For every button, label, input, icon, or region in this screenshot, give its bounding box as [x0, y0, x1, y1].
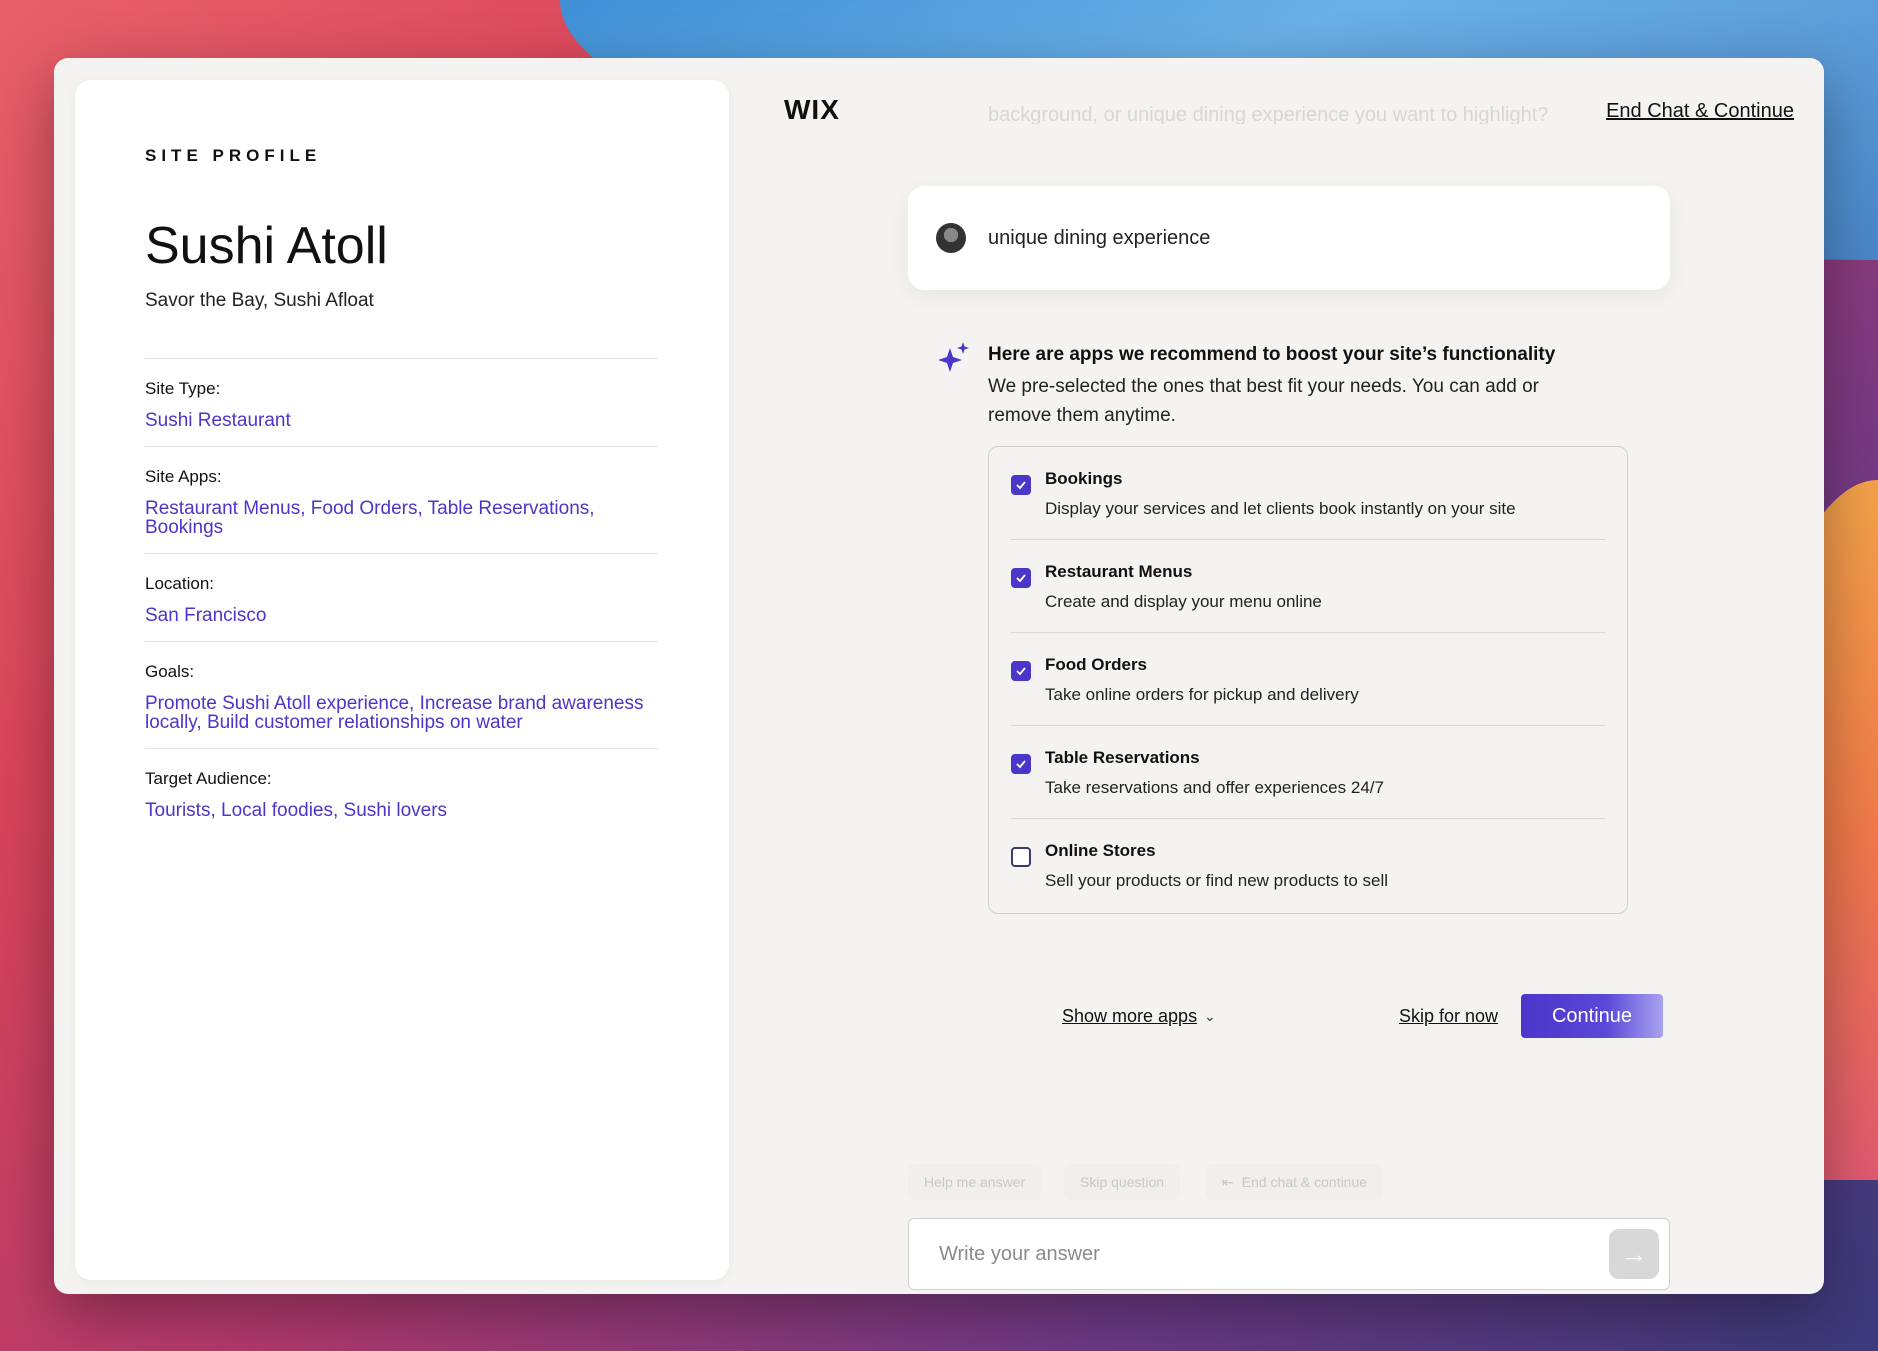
profile-heading: SITE PROFILE: [145, 146, 322, 165]
answer-input[interactable]: [939, 1242, 1579, 1266]
chip-label: End chat & continue: [1241, 1174, 1368, 1190]
app-row-table-reservations[interactable]: Table Reservations Take reservations and…: [1011, 726, 1605, 819]
app-description: Display your services and let clients bo…: [1045, 499, 1516, 518]
avatar: [936, 223, 966, 253]
field-value[interactable]: San Francisco: [145, 606, 659, 625]
check-icon: [1016, 574, 1026, 583]
app-window: SITE PROFILE Sushi Atoll Savor the Bay, …: [54, 58, 1824, 1294]
app-checkbox[interactable]: [1011, 568, 1031, 588]
user-message-bubble: unique dining experience: [908, 186, 1670, 290]
show-more-apps-link[interactable]: Show more apps: [1062, 1006, 1197, 1027]
app-description: Take online orders for pickup and delive…: [1045, 685, 1359, 704]
app-checkbox[interactable]: [1011, 754, 1031, 774]
continue-button[interactable]: Continue: [1521, 994, 1663, 1038]
app-name: Food Orders: [1045, 655, 1148, 674]
field-value[interactable]: Restaurant Menus, Food Orders, Table Res…: [145, 499, 659, 537]
chevron-down-icon[interactable]: ⌄: [1204, 1008, 1216, 1025]
field-site-type: Site Type: Sushi Restaurant: [145, 359, 659, 447]
field-label: Goals:: [145, 662, 195, 681]
field-label: Location:: [145, 574, 214, 593]
app-row-online-stores[interactable]: Online Stores Sell your products or find…: [1011, 819, 1605, 912]
previous-question-text: background, or unique dining experience …: [988, 104, 1549, 124]
field-goals: Goals: Promote Sushi Atoll experience, I…: [145, 642, 659, 749]
field-label: Site Apps:: [145, 467, 222, 486]
field-site-apps: Site Apps: Restaurant Menus, Food Orders…: [145, 447, 659, 554]
site-tagline: Savor the Bay, Sushi Afloat: [145, 290, 374, 311]
ai-sparkle-icon: [938, 342, 969, 372]
app-name: Table Reservations: [1045, 748, 1200, 767]
app-checkbox[interactable]: [1011, 847, 1031, 867]
send-button[interactable]: →: [1609, 1229, 1659, 1279]
check-icon: [1016, 667, 1026, 676]
field-target-audience: Target Audience: Tourists, Local foodies…: [145, 749, 659, 836]
app-description: Take reservations and offer experiences …: [1045, 778, 1384, 797]
field-label: Target Audience:: [145, 769, 272, 788]
app-name: Bookings: [1045, 469, 1123, 488]
end-chat-continue-link[interactable]: End Chat & Continue: [1606, 100, 1794, 123]
field-label: Site Type:: [145, 379, 221, 398]
field-value[interactable]: Sushi Restaurant: [145, 411, 659, 430]
help-me-answer-chip[interactable]: Help me answer: [908, 1164, 1042, 1200]
app-description: Sell your products or find new products …: [1045, 871, 1389, 890]
app-list: Bookings Display your services and let c…: [988, 446, 1628, 914]
app-checkbox[interactable]: [1011, 475, 1031, 495]
field-value[interactable]: Tourists, Local foodies, Sushi lovers: [145, 801, 659, 820]
check-icon: [1016, 481, 1026, 490]
arrow-right-icon: →: [1621, 1238, 1647, 1269]
answer-box: →: [908, 1218, 1670, 1290]
app-row-restaurant-menus[interactable]: Restaurant Menus Create and display your…: [1011, 540, 1605, 633]
end-chat-continue-chip[interactable]: ⇤ End chat & continue: [1206, 1164, 1384, 1200]
app-description: Create and display your menu online: [1045, 592, 1322, 611]
exit-icon: ⇤: [1222, 1173, 1234, 1190]
field-value[interactable]: Promote Sushi Atoll experience, Increase…: [145, 694, 659, 732]
recommendation-subtitle: We pre-selected the ones that best fit y…: [988, 376, 1540, 426]
check-icon: [1016, 760, 1026, 769]
app-checkbox[interactable]: [1011, 661, 1031, 681]
site-profile-panel: SITE PROFILE Sushi Atoll Savor the Bay, …: [75, 80, 729, 1280]
app-row-bookings[interactable]: Bookings Display your services and let c…: [1011, 447, 1605, 540]
app-name: Restaurant Menus: [1045, 562, 1193, 581]
recommendation-title: Here are apps we recommend to boost your…: [988, 344, 1556, 365]
field-location: Location: San Francisco: [145, 554, 659, 642]
site-name: Sushi Atoll: [145, 217, 388, 275]
skip-question-chip[interactable]: Skip question: [1064, 1164, 1181, 1200]
app-row-food-orders[interactable]: Food Orders Take online orders for picku…: [1011, 633, 1605, 726]
app-name: Online Stores: [1045, 841, 1156, 860]
wix-logo: WIX: [784, 94, 840, 125]
skip-for-now-link[interactable]: Skip for now: [1399, 1006, 1498, 1027]
user-message-text: unique dining experience: [988, 226, 1211, 249]
